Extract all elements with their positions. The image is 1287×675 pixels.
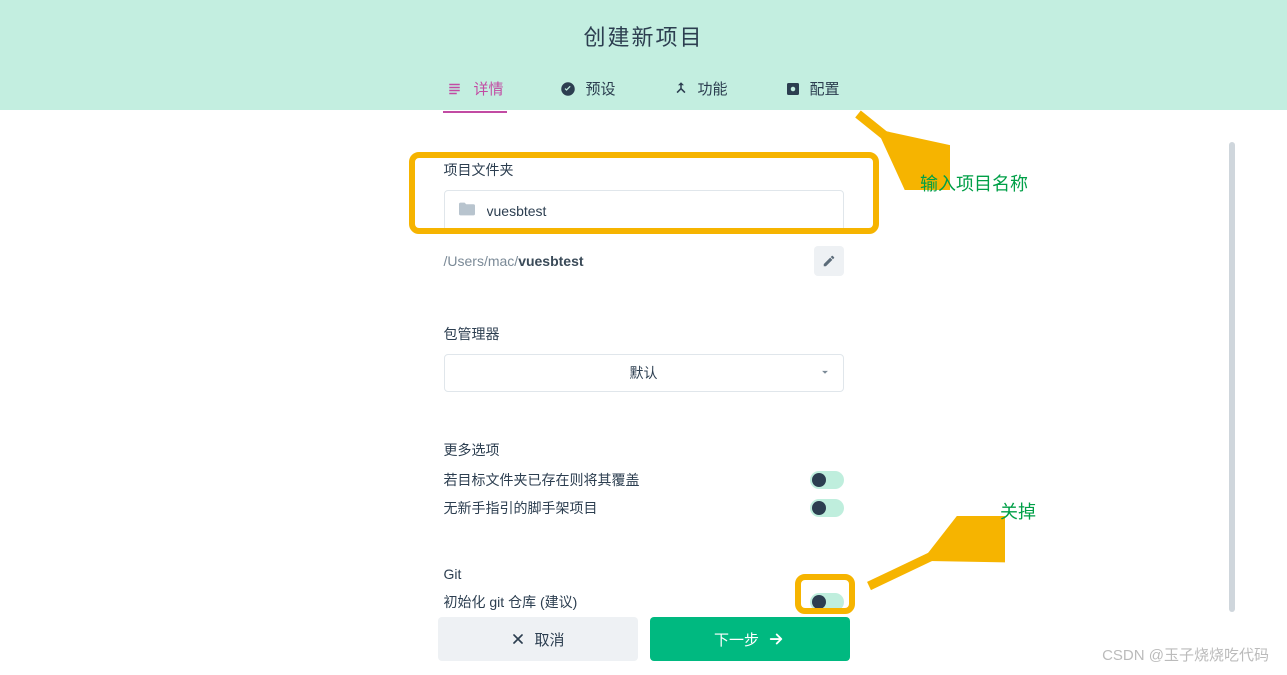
edit-path-button[interactable] bbox=[814, 246, 844, 276]
scrollbar[interactable] bbox=[1229, 142, 1235, 612]
next-button[interactable]: 下一步 bbox=[650, 617, 850, 661]
option-bare: 无新手指引的脚手架项目 bbox=[444, 498, 844, 518]
tabs: 详情 预设 功能 配置 bbox=[443, 70, 843, 113]
git-label: Git bbox=[444, 566, 844, 582]
pencil-icon bbox=[822, 254, 836, 268]
tab-details[interactable]: 详情 bbox=[443, 70, 507, 113]
list-icon bbox=[447, 80, 465, 98]
option-label: 初始化 git 仓库 (建议) bbox=[444, 592, 578, 612]
option-label: 若目标文件夹已存在则将其覆盖 bbox=[444, 470, 640, 490]
arrow-right-icon bbox=[767, 630, 785, 648]
settings-icon bbox=[784, 80, 802, 98]
merge-icon bbox=[672, 80, 690, 98]
tab-label: 详情 bbox=[473, 78, 503, 99]
tab-label: 功能 bbox=[698, 78, 728, 99]
path-name: vuesbtest bbox=[518, 253, 583, 269]
package-manager-label: 包管理器 bbox=[444, 324, 844, 344]
chevron-down-icon bbox=[818, 365, 832, 382]
folder-icon bbox=[457, 201, 477, 222]
footer: 取消 下一步 bbox=[0, 617, 1287, 661]
header: 创建新项目 详情 预设 功能 配置 bbox=[0, 0, 1287, 110]
watermark: CSDN @玉子烧烧吃代码 bbox=[1102, 644, 1269, 665]
toggle-bare[interactable] bbox=[810, 499, 844, 517]
path-row: /Users/mac/vuesbtest bbox=[444, 246, 844, 276]
package-manager-select[interactable]: 默认 bbox=[444, 354, 844, 392]
project-name-input[interactable] bbox=[487, 203, 831, 219]
check-icon bbox=[559, 80, 577, 98]
toggle-git-init[interactable] bbox=[810, 593, 844, 611]
main-form: 项目文件夹 /Users/mac/vuesbtest 包管理器 默认 更多选项 … bbox=[444, 160, 844, 612]
cancel-button[interactable]: 取消 bbox=[438, 617, 638, 661]
project-folder-label: 项目文件夹 bbox=[444, 160, 844, 180]
package-manager-section: 包管理器 默认 bbox=[444, 324, 844, 392]
path-prefix: /Users/mac/ bbox=[444, 253, 519, 269]
arrow-to-toggle bbox=[855, 516, 1005, 596]
tab-label: 配置 bbox=[810, 78, 840, 99]
scroll-thumb[interactable] bbox=[1229, 142, 1235, 612]
tab-config[interactable]: 配置 bbox=[780, 70, 844, 113]
more-options-label: 更多选项 bbox=[444, 440, 844, 460]
annotation-toggle: 关掉 bbox=[1000, 498, 1036, 524]
close-icon bbox=[510, 631, 526, 647]
option-git-init: 初始化 git 仓库 (建议) bbox=[444, 592, 844, 612]
next-label: 下一步 bbox=[714, 629, 759, 650]
tab-features[interactable]: 功能 bbox=[668, 70, 732, 113]
page-title: 创建新项目 bbox=[583, 20, 703, 52]
more-options-section: 更多选项 若目标文件夹已存在则将其覆盖 无新手指引的脚手架项目 bbox=[444, 440, 844, 518]
git-section: Git 初始化 git 仓库 (建议) bbox=[444, 566, 844, 612]
annotation-input: 输入项目名称 bbox=[920, 170, 1028, 196]
cancel-label: 取消 bbox=[534, 629, 564, 650]
select-value: 默认 bbox=[630, 363, 658, 383]
tab-presets[interactable]: 预设 bbox=[555, 70, 619, 113]
project-folder-input-wrap[interactable] bbox=[444, 190, 844, 232]
toggle-overwrite[interactable] bbox=[810, 471, 844, 489]
option-label: 无新手指引的脚手架项目 bbox=[444, 498, 598, 518]
tab-label: 预设 bbox=[585, 78, 615, 99]
option-overwrite: 若目标文件夹已存在则将其覆盖 bbox=[444, 470, 844, 490]
